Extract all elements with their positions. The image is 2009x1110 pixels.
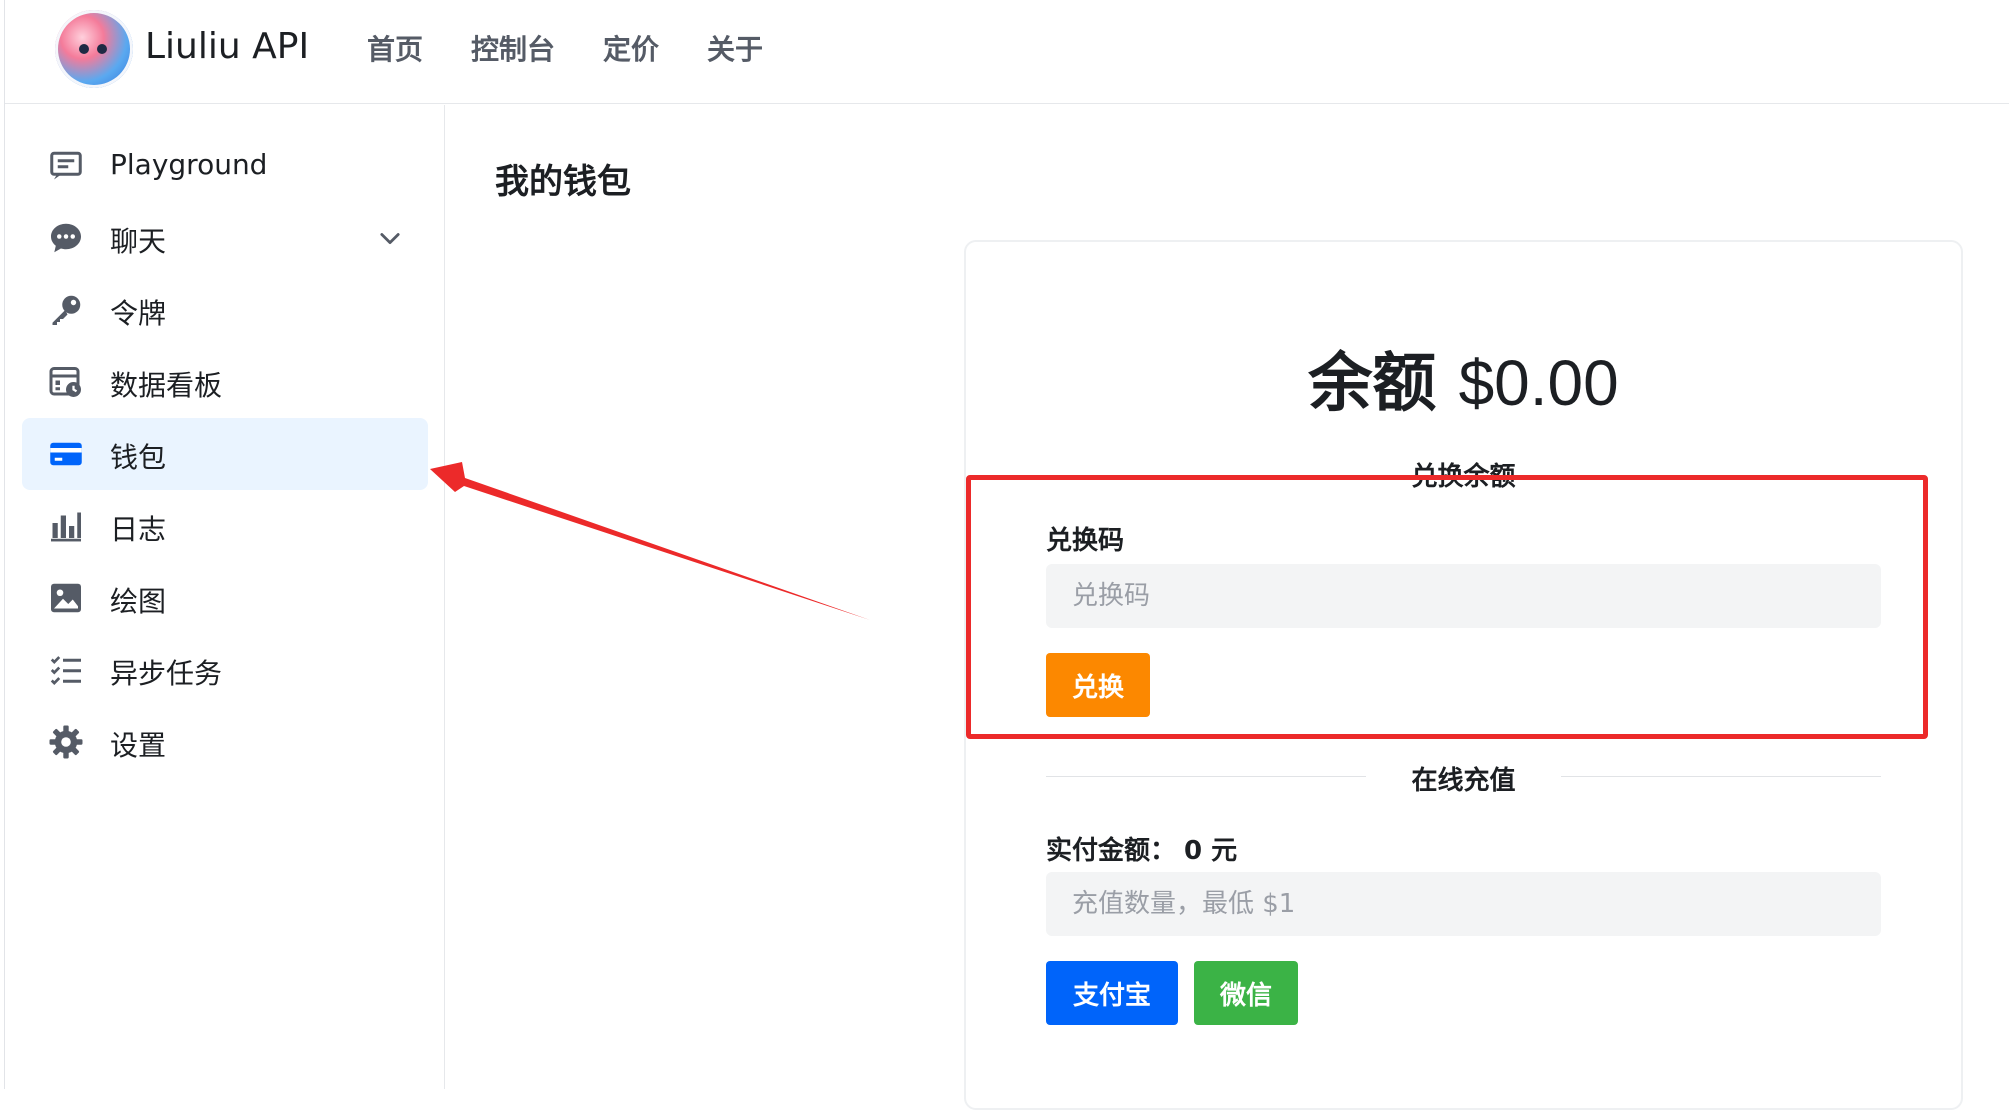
image-icon [51,583,81,613]
sidebar-item-label: 聊天 [110,225,167,258]
sidebar-item-label: 设置 [110,729,167,762]
redeem-code-label: 兑换码 [1046,526,1125,556]
dashboard-icon [49,367,81,397]
sidebar-item-label: 令牌 [110,297,167,330]
sidebar-item-dashboard[interactable]: 数据看板 [22,346,428,418]
sidebar-item-label: Playground [110,148,268,181]
topup-amount-input[interactable] [1046,872,1881,936]
balance-display: 余额 $0.00 [966,332,1961,424]
redeem-button[interactable]: 兑换 [1046,653,1150,717]
logo-eye-left [79,44,89,54]
sidebar-item-label: 钱包 [110,441,167,474]
sidebar-item-playground[interactable]: Playground [22,130,428,202]
sidebar-item-label: 日志 [110,513,167,546]
top-nav: 首页 控制台 定价 关于 [367,28,763,68]
message-square-icon [50,151,82,180]
sidebar-item-settings[interactable]: 设置 [22,706,428,778]
sidebar-item-chat[interactable]: 聊天 [22,202,428,274]
sidebar-item-wallet[interactable]: 钱包 [22,418,428,490]
sidebar: Playground 聊天 令牌 数据看板 钱包 日志 绘图 异步任务 设置 [5,105,445,1089]
top-header: Liuliu API 首页 控制台 定价 关于 [5,0,2009,104]
sidebar-item-async-tasks[interactable]: 异步任务 [22,634,428,706]
key-icon [52,295,81,325]
wechat-pay-button[interactable]: 微信 [1194,961,1298,1025]
wallet-card: 余额 $0.00 兑换余额 兑换码 兑换 在线充值 实付金额：0 元 支付宝 微… [964,240,1963,1110]
sidebar-item-logs[interactable]: 日志 [22,490,428,562]
nav-pricing[interactable]: 定价 [603,28,659,68]
sidebar-item-label: 异步任务 [110,657,223,690]
sidebar-item-drawing[interactable]: 绘图 [22,562,428,634]
sidebar-item-tokens[interactable]: 令牌 [22,274,428,346]
balance-label: 余额 [1308,347,1437,421]
app-title[interactable]: Liuliu API [145,26,309,67]
bar-chart-icon [51,512,81,542]
chat-bubble-icon [51,223,81,253]
amount-label-text: 实付金额： [1046,836,1177,866]
gear-icon [49,725,83,759]
checklist-icon [50,656,81,685]
balance-value: $0.00 [1458,347,1619,419]
topup-section-title: 在线充值 [1411,766,1516,796]
logo-eye-right [97,44,107,54]
redeem-code-input[interactable] [1046,564,1881,628]
sidebar-item-label: 绘图 [110,585,167,618]
redeem-section-title: 兑换余额 [1411,462,1516,492]
credit-card-icon [50,442,82,466]
page-title: 我的钱包 [495,162,631,202]
app-logo[interactable] [55,10,133,88]
sidebar-item-label: 数据看板 [110,369,223,402]
nav-console[interactable]: 控制台 [471,28,555,68]
alipay-button[interactable]: 支付宝 [1046,961,1178,1025]
nav-about[interactable]: 关于 [707,28,763,68]
amount-label: 实付金额： 0 元 [1046,830,1237,867]
chevron-down-icon[interactable] [376,224,404,252]
amount-value: 0 元 [1184,836,1238,866]
app-window: Liuliu API 首页 控制台 定价 关于 Playground 聊天 令牌… [0,0,2009,1110]
nav-home[interactable]: 首页 [367,28,423,68]
